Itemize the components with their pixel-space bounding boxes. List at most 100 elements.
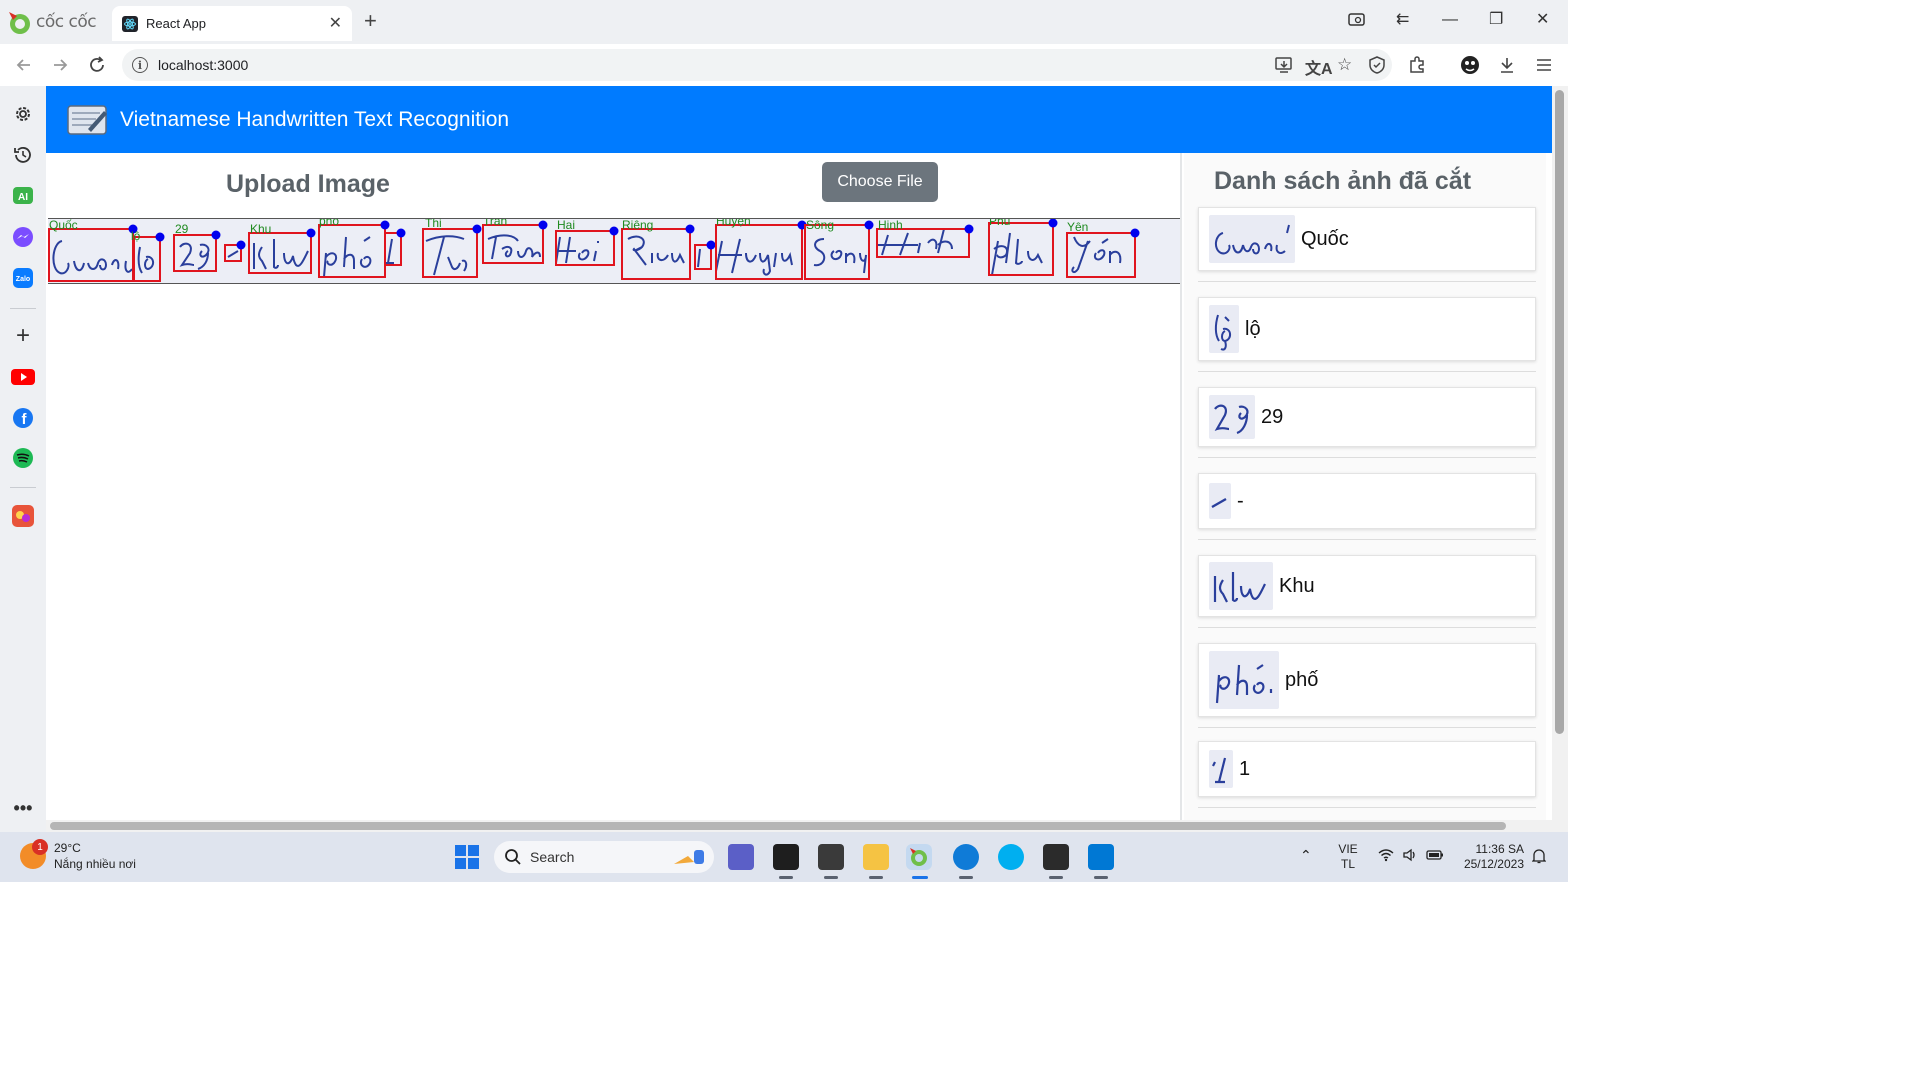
extensions-icon[interactable] — [1407, 55, 1427, 80]
handwriting-stroke — [487, 234, 541, 260]
tab-react-app[interactable]: React App ✕ — [112, 6, 352, 41]
crop-label: 29 — [1261, 405, 1284, 428]
running-indicator — [1049, 876, 1063, 879]
volume-icon[interactable] — [1402, 848, 1418, 866]
install-app-icon[interactable] — [1274, 55, 1294, 80]
browser-brand[interactable]: cốc cốc — [6, 8, 97, 36]
notification-bell-icon[interactable] — [1531, 848, 1547, 868]
box-corner-dot — [396, 228, 406, 238]
clock-time: 11:36 SA — [1475, 842, 1524, 856]
wifi-icon[interactable] — [1378, 848, 1394, 866]
new-tab-button[interactable]: + — [364, 10, 377, 32]
battery-icon[interactable] — [1426, 848, 1444, 866]
predicted-word-label: phố — [319, 219, 339, 228]
handwriting-stroke — [425, 235, 468, 276]
clock-date: 25/12/2023 — [1463, 857, 1524, 871]
zalo-icon[interactable]: Zalo — [11, 266, 35, 290]
choose-file-button[interactable]: Choose File — [822, 162, 938, 202]
site-info-icon[interactable]: i — [132, 57, 148, 73]
browser-sidebar: AI Zalo + f ••• — [0, 86, 46, 832]
handwriting-stroke — [323, 236, 372, 278]
weather-widget[interactable]: 1 29°C Nắng nhiều nơi — [20, 839, 136, 872]
input-method: TL — [1340, 857, 1355, 871]
teams-meet-icon[interactable] — [728, 844, 754, 870]
recognized-line-image: Quốc lộ 29 Khu phố Thị Trấn Hai Riêng Huyện Sông Hi… — [48, 218, 1180, 284]
more-options-icon[interactable]: ••• — [11, 796, 35, 820]
close-window-button[interactable]: ✕ — [1536, 12, 1549, 28]
box-corner-dot — [706, 240, 716, 250]
downloads-icon[interactable] — [1497, 55, 1517, 80]
box-corner-dot — [380, 220, 390, 230]
powershell-icon[interactable] — [1043, 844, 1069, 870]
address-input[interactable]: i localhost:3000 — [122, 49, 1392, 81]
handwriting-stroke — [991, 232, 1043, 276]
forward-button[interactable] — [50, 55, 70, 80]
vscode-icon[interactable] — [1088, 844, 1114, 870]
menu-icon[interactable] — [1534, 55, 1554, 80]
game-app-icon[interactable] — [11, 504, 35, 528]
edge-browser-icon[interactable] — [953, 844, 979, 870]
crop-item: phố — [1198, 643, 1536, 717]
running-indicator — [869, 876, 883, 879]
word-bounding-box — [715, 224, 803, 280]
bookmark-star-icon[interactable]: ☆ — [1337, 55, 1352, 75]
shield-icon[interactable] — [1367, 55, 1387, 80]
youtube-icon[interactable] — [11, 365, 35, 389]
cmd-app-icon[interactable] — [818, 844, 844, 870]
crop-image — [1209, 562, 1273, 610]
horizontal-scroll-thumb[interactable] — [50, 822, 1506, 830]
handwriting-stroke — [137, 246, 154, 274]
handwriting-stroke — [813, 238, 867, 274]
handwriting-stroke — [697, 248, 701, 268]
spotify-icon[interactable] — [11, 446, 35, 470]
page-horizontal-scrollbar[interactable] — [46, 820, 1552, 832]
restore-window-button[interactable]: ❐ — [1489, 12, 1503, 28]
profile-avatar[interactable] — [1460, 55, 1480, 80]
search-placeholder: Search — [530, 849, 575, 865]
back-history-icon[interactable]: ⇇ — [1396, 12, 1409, 28]
box-corner-dot — [236, 240, 246, 250]
page-vertical-scrollbar[interactable] — [1552, 86, 1568, 832]
close-tab-icon[interactable]: ✕ — [329, 15, 342, 32]
coccoc-browser-taskbar-icon[interactable] — [906, 844, 932, 870]
file-explorer-icon[interactable] — [863, 844, 889, 870]
messenger-icon[interactable] — [11, 225, 35, 249]
reload-button[interactable] — [87, 55, 107, 80]
word-bounding-box — [876, 228, 970, 258]
sidebar-divider — [10, 487, 36, 488]
sun-cloud-icon: 1 — [20, 839, 48, 869]
crop-separator — [1198, 371, 1536, 372]
crop-separator — [1198, 807, 1536, 808]
history-icon[interactable] — [11, 143, 35, 167]
show-hidden-icons-chevron-icon[interactable]: ⌃ — [1300, 848, 1312, 863]
screen-capture-icon[interactable] — [1348, 12, 1366, 32]
taskbar-search-input[interactable]: Search — [494, 841, 714, 873]
skype-icon[interactable] — [998, 844, 1024, 870]
handwriting-stroke — [179, 242, 210, 270]
terminal-app-icon[interactable] — [773, 844, 799, 870]
vertical-scroll-thumb[interactable] — [1555, 90, 1564, 734]
box-corner-dot — [1130, 228, 1140, 238]
running-indicator — [779, 876, 793, 879]
address-toolbar: i localhost:3000 文A ☆ — [0, 44, 1568, 86]
running-indicator — [959, 876, 973, 879]
svg-text:Zalo: Zalo — [16, 276, 30, 283]
handwriting-stroke — [253, 239, 309, 270]
input-language-indicator[interactable]: VIE TL — [1336, 842, 1360, 872]
ai-assistant-icon[interactable]: AI — [11, 184, 35, 208]
back-button[interactable] — [14, 55, 34, 80]
box-corner-dot — [538, 220, 548, 230]
system-clock[interactable]: 11:36 SA 25/12/2023 — [1458, 842, 1524, 872]
minimize-window-button[interactable]: — — [1442, 12, 1458, 28]
windows-start-icon[interactable] — [454, 844, 480, 875]
translate-icon[interactable]: 文A — [1305, 55, 1333, 79]
settings-gear-icon[interactable] — [11, 102, 35, 126]
facebook-icon[interactable]: f — [11, 406, 35, 430]
box-corner-dot — [155, 232, 165, 242]
browser-tab-bar: cốc cốc React App ✕ + ⇇ — ❐ ✕ — [0, 0, 1568, 44]
predicted-word-label: Trấn — [483, 219, 507, 228]
box-corner-dot — [211, 230, 221, 240]
crop-separator — [1198, 539, 1536, 540]
add-sidebar-app-icon[interactable]: + — [11, 322, 35, 349]
handwriting-logo-icon — [67, 104, 107, 135]
